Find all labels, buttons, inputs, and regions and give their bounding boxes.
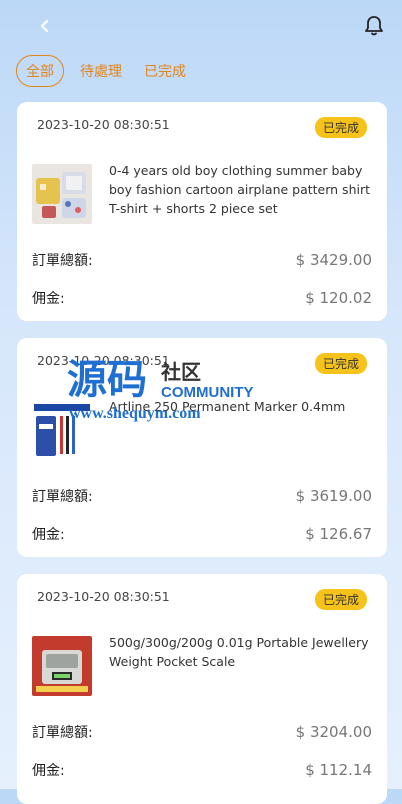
order-date: 2023-10-20 08:30:51: [37, 589, 170, 604]
order-total-value: $ 3204.00: [295, 723, 372, 741]
filter-tabs: 全部 待處理 已完成: [16, 55, 192, 87]
status-badge: 已完成: [314, 117, 367, 138]
commission-row: 佣金: $ 120.02: [32, 288, 372, 308]
bell-icon: [365, 16, 383, 36]
product-image: [32, 636, 92, 696]
watermark: 源码 社区 COMMUNITY www.shequym.com: [67, 358, 317, 428]
order-card[interactable]: 2023-10-20 08:30:51 已完成 0-4 years old bo…: [17, 102, 387, 321]
status-badge: 已完成: [314, 353, 367, 374]
order-total-row: 訂單總額: $ 3619.00: [32, 486, 372, 506]
order-total-value: $ 3429.00: [295, 251, 372, 269]
product-title: Artline 250 Permanent Marker 0.4mm: [109, 399, 346, 414]
order-card[interactable]: 2023-10-20 08:30:51 已完成 500g/300g/200g 0…: [17, 574, 387, 804]
order-total-row: 訂單總額: $ 3204.00: [32, 722, 372, 742]
status-badge: 已完成: [314, 589, 367, 610]
order-date: 2023-10-20 08:30:51: [37, 353, 170, 368]
tab-all[interactable]: 全部: [16, 55, 64, 87]
product-title: 0-4 years old boy clothing summer baby b…: [109, 163, 371, 216]
tab-pending[interactable]: 待處理: [74, 57, 128, 85]
order-card[interactable]: 2023-10-20 08:30:51 已完成 Artline 250 Perm…: [17, 338, 387, 557]
commission-value: $ 120.02: [305, 289, 372, 307]
commission-row: 佣金: $ 112.14: [32, 760, 372, 780]
order-total-value: $ 3619.00: [295, 487, 372, 505]
commission-label: 佣金:: [32, 527, 65, 543]
order-total-row: 訂單總額: $ 3429.00: [32, 250, 372, 270]
commission-value: $ 126.67: [305, 525, 372, 543]
commission-label: 佣金:: [32, 763, 65, 779]
order-total-label: 訂單總額:: [32, 489, 93, 505]
product-image: [32, 164, 92, 224]
back-button[interactable]: [33, 14, 57, 38]
order-date: 2023-10-20 08:30:51: [37, 117, 170, 132]
product-image: [32, 400, 92, 460]
order-total-label: 訂單總額:: [32, 725, 93, 741]
back-arrow-icon: [40, 19, 49, 33]
order-total-label: 訂單總額:: [32, 253, 93, 269]
commission-row: 佣金: $ 126.67: [32, 524, 372, 544]
notification-button[interactable]: [362, 14, 386, 38]
product-title: 500g/300g/200g 0.01g Portable Jewellery …: [109, 635, 369, 669]
top-bar: [0, 0, 402, 56]
commission-value: $ 112.14: [305, 761, 372, 779]
commission-label: 佣金:: [32, 291, 65, 307]
tab-completed[interactable]: 已完成: [138, 57, 192, 85]
